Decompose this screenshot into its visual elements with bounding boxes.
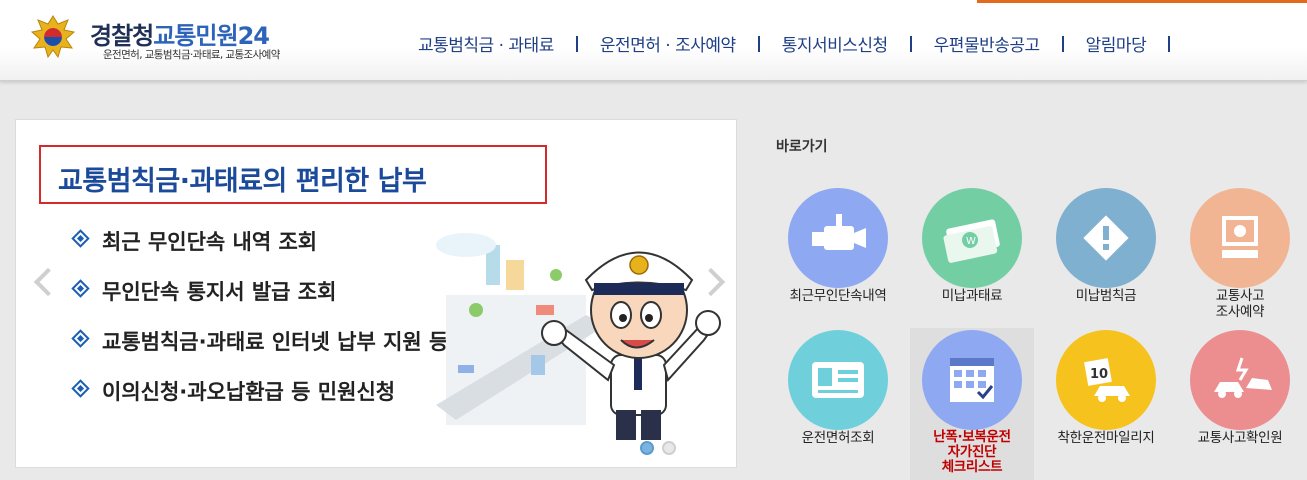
bullet-text: 무인단속 통지서 발급 조회 [102, 280, 337, 304]
logo-subtitle: 운전면허, 교통범칙금·과태료, 교통조사예약 [103, 49, 280, 61]
quick-link-good-driving-mileage[interactable]: 10 착한운전마일리지 [1044, 330, 1168, 446]
warning-icon [1056, 188, 1156, 288]
svg-text:10: 10 [1090, 367, 1108, 382]
quick-link-label: 운전면허조회 [801, 430, 875, 446]
logo-accent-text: 교통민원24 [153, 22, 270, 50]
calendar-check-icon [922, 330, 1022, 430]
quick-link-accident-reservation[interactable]: 교통사고 조사예약 [1178, 188, 1302, 320]
header-top-line [0, 0, 1307, 3]
nav-separator [1061, 35, 1064, 52]
quick-links-title: 바로가기 [776, 139, 828, 155]
quick-link-unpaid-fine[interactable]: W 미납과태료 [910, 188, 1034, 304]
license-card-icon [788, 330, 888, 430]
diamond-bullet-icon [71, 279, 90, 298]
header-accent-line [977, 0, 1307, 3]
quick-link-label: 교통사고 조사예약 [1215, 288, 1265, 320]
nav-separator [575, 35, 578, 52]
mileage-car-icon: 10 [1056, 330, 1156, 430]
main-nav: 교통범칙금 · 과태료 운전면허 · 조사예약 통지서비스신청 우편물반송공고 … [418, 31, 1192, 56]
nav-separator [757, 35, 760, 52]
quick-link-label: 미납과태료 [941, 288, 1003, 304]
police-emblem-icon [30, 15, 76, 59]
bullet-text: 이의신청·과오납환급 등 민원신청 [102, 380, 396, 404]
svg-text:W: W [966, 236, 976, 247]
nav-fines[interactable]: 교통범칙금 · 과태료 [418, 31, 554, 56]
slide-dot-1[interactable] [640, 441, 654, 455]
quick-link-license-lookup[interactable]: 운전면허조회 [776, 330, 900, 446]
quick-link-unpaid-penalty[interactable]: 미납범칙금 [1044, 188, 1168, 304]
car-crash-icon [1190, 330, 1290, 430]
quick-link-recent-enforcement[interactable]: 최근무인단속내역 [776, 188, 900, 304]
site-logo[interactable]: 경찰청교통민원24 운전면허, 교통범칙금·과태료, 교통조사예약 [28, 12, 318, 66]
camera-icon [788, 188, 888, 288]
quick-link-accident-certificate[interactable]: 교통사고확인원 [1178, 330, 1302, 446]
bullet-text: 교통범칙금·과태료 인터넷 납부 지원 등 [102, 330, 449, 354]
nav-license[interactable]: 운전면허 · 조사예약 [600, 31, 736, 56]
nav-returned-mail[interactable]: 우편물반송공고 [934, 31, 1040, 56]
bullet-text: 최근 무인단속 내역 조회 [102, 230, 318, 254]
money-icon: W [922, 188, 1022, 288]
slide-indicators [640, 440, 684, 459]
quick-link-reckless-driving-checklist[interactable]: 난폭·보복운전 자가진단 체크리스트 [910, 328, 1034, 480]
quick-link-label: 미납범칙금 [1075, 288, 1137, 304]
prev-slide-arrow-icon[interactable] [33, 267, 63, 297]
diamond-bullet-icon [71, 229, 90, 248]
monitor-icon [1190, 188, 1290, 288]
quick-link-label: 난폭·보복운전 자가진단 체크리스트 [933, 429, 1011, 475]
nav-notice[interactable]: 알림마당 [1086, 31, 1147, 56]
police-mascot-illustration [436, 233, 721, 440]
nav-notification[interactable]: 통지서비스신청 [782, 31, 888, 56]
nav-separator [1168, 35, 1171, 52]
diamond-bullet-icon [71, 329, 90, 348]
main-banner[interactable]: 교통범칙금·과태료의 편리한 납부 최근 무인단속 내역 조회 무인단속 통지서… [15, 119, 737, 468]
banner-title-box: 교통범칙금·과태료의 편리한 납부 [39, 145, 547, 204]
nav-separator [909, 35, 912, 52]
logo-title: 경찰청교통민원24 [90, 16, 270, 51]
banner-title: 교통범칙금·과태료의 편리한 납부 [58, 166, 427, 197]
logo-main-text: 경찰청 [90, 22, 154, 50]
slide-dot-2[interactable] [662, 441, 676, 455]
site-header: 경찰청교통민원24 운전면허, 교통범칙금·과태료, 교통조사예약 교통범칙금 … [0, 0, 1307, 81]
quick-link-label: 최근무인단속내역 [789, 288, 887, 304]
quick-link-label: 교통사고확인원 [1197, 430, 1283, 446]
quick-link-label: 착한운전마일리지 [1057, 430, 1155, 446]
diamond-bullet-icon [71, 379, 90, 398]
